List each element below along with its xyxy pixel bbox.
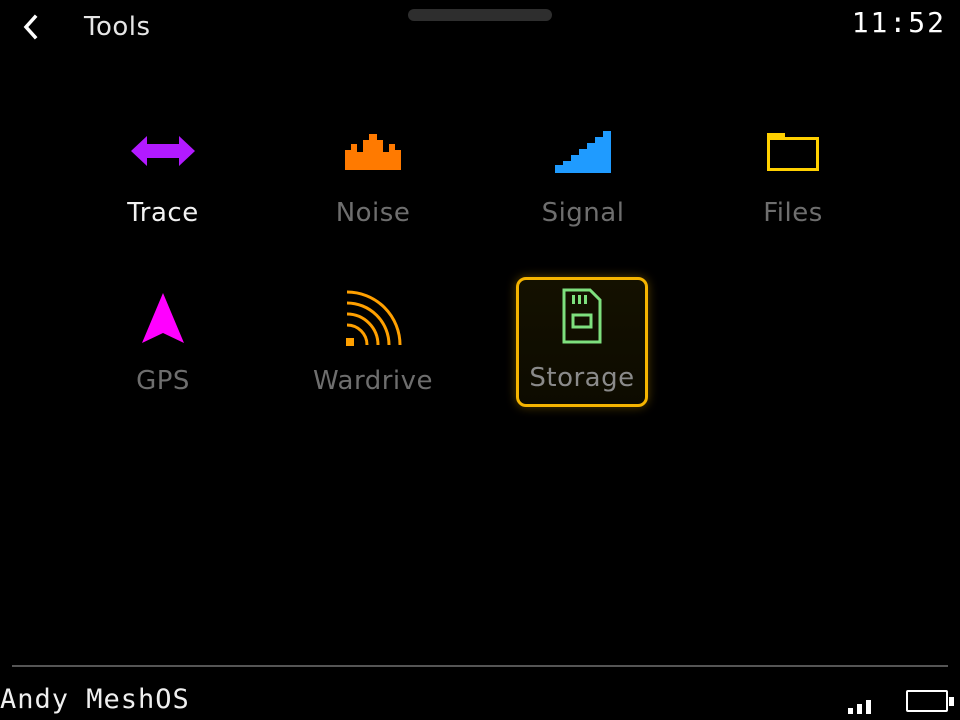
arrow-up-icon: [142, 293, 184, 343]
signal-ramp-icon: [555, 131, 611, 173]
tool-label: Storage: [529, 363, 635, 393]
tool-wardrive[interactable]: Wardrive: [307, 280, 439, 410]
tool-label: Signal: [541, 198, 625, 228]
battery-icon: [906, 690, 954, 712]
crown-icon: [345, 134, 401, 170]
chevron-left-icon: [23, 14, 38, 40]
sd-card-icon: [562, 288, 602, 344]
tool-label: Noise: [335, 198, 411, 228]
back-button[interactable]: [14, 10, 48, 44]
tool-gps[interactable]: GPS: [97, 280, 229, 410]
clock: 11:52: [851, 6, 946, 39]
tool-label: Trace: [127, 198, 199, 228]
double-arrow-icon: [131, 136, 195, 166]
tool-label: Files: [763, 198, 823, 228]
tool-label: GPS: [136, 366, 190, 396]
tool-files[interactable]: Files: [727, 112, 859, 242]
signal-bars-icon: [848, 700, 871, 714]
tool-label: Wardrive: [312, 366, 433, 396]
tool-signal[interactable]: Signal: [517, 112, 649, 242]
device-name: Andy MeshOS: [0, 684, 190, 715]
wifi-arc-icon: [346, 290, 402, 346]
drag-handle[interactable]: [408, 9, 552, 21]
folder-icon: [767, 133, 819, 171]
page-title: Tools: [84, 12, 151, 42]
tool-storage[interactable]: Storage: [516, 277, 648, 407]
tool-trace[interactable]: Trace: [97, 112, 229, 242]
tool-noise[interactable]: Noise: [307, 112, 439, 242]
footer-divider: [12, 665, 948, 667]
